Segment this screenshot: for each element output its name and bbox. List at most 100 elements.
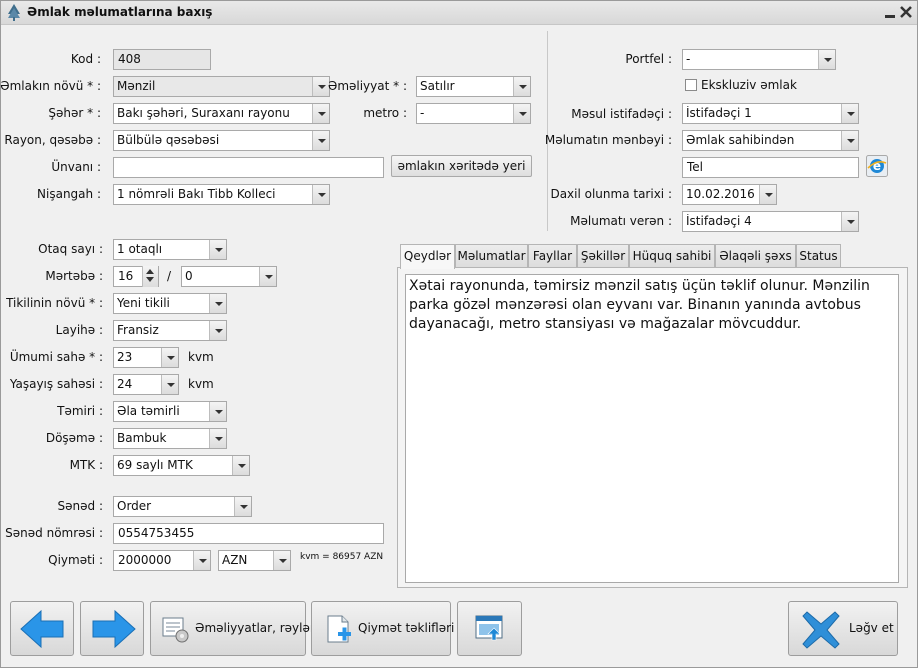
cancel-button[interactable]: Ləğv et [788, 601, 898, 656]
chevron-down-icon[interactable] [759, 185, 776, 204]
chevron-down-icon[interactable] [841, 131, 858, 150]
emlak-novu-select[interactable]: Mənzil [113, 76, 330, 97]
temir-value: Əla təmirli [117, 404, 180, 418]
veren-select[interactable]: İstifadəçi 4 [682, 211, 859, 232]
emlak-novu-value: Mənzil [117, 79, 156, 93]
tab-huquq-sahibi[interactable]: Hüquq sahibi [629, 244, 715, 268]
chevron-down-icon[interactable] [161, 348, 178, 367]
portfel-value: - [686, 52, 691, 66]
tab-elaqeli-sexs[interactable]: Əlaqəli şəxs [715, 244, 796, 268]
chevron-down-icon[interactable] [209, 429, 226, 448]
sened-value: Order [117, 499, 152, 513]
mertebe-total-select[interactable]: 0 [181, 266, 277, 287]
currency-select[interactable]: AZN [218, 550, 291, 571]
unvan-field[interactable] [113, 157, 384, 178]
mesul-value: İstifadəçi 1 [686, 106, 752, 120]
menbe-value: Əmlak sahibindən [686, 133, 795, 147]
chevron-down-icon[interactable] [209, 402, 226, 421]
mertebe-total-value: 0 [185, 269, 193, 283]
chevron-down-icon[interactable] [312, 131, 329, 150]
mtk-select[interactable]: 69 saylı MTK [113, 455, 250, 476]
chevron-down-icon[interactable] [312, 77, 329, 96]
tab-sekiller[interactable]: Şəkillər [577, 244, 629, 268]
spinner-arrows-icon[interactable] [142, 266, 158, 287]
window-title: Əmlak məlumatlarına baxış [27, 5, 213, 19]
chevron-down-icon[interactable] [232, 456, 249, 475]
tab-qeydler[interactable]: Qeydlər [400, 244, 455, 269]
chevron-down-icon[interactable] [273, 551, 290, 570]
temir-select[interactable]: Əla təmirli [113, 401, 227, 422]
doseme-select[interactable]: Bambuk [113, 428, 227, 449]
chevron-down-icon[interactable] [209, 294, 226, 313]
chevron-down-icon[interactable] [209, 321, 226, 340]
yasayis-value: 24 [117, 377, 133, 391]
operations-reviews-button[interactable]: Əməliyyatlar, rəylər [150, 601, 315, 656]
chevron-down-icon[interactable] [161, 375, 178, 394]
umumi-select[interactable]: 23 [113, 347, 179, 368]
chevron-down-icon[interactable] [193, 551, 210, 570]
kod-field[interactable]: 408 [113, 49, 211, 70]
chevron-down-icon[interactable] [513, 104, 530, 123]
chevron-down-icon[interactable] [513, 77, 530, 96]
emlak-novu-label: Əmlakın növü * : [0, 79, 101, 93]
nisangah-select[interactable]: 1 nömrəli Bakı Tibb Kolleci [113, 184, 330, 205]
otaq-select[interactable]: 1 otaqlı [113, 239, 227, 260]
chevron-down-icon[interactable] [209, 240, 226, 259]
doseme-label: Döşəmə : [45, 431, 103, 445]
currency-value: AZN [222, 553, 248, 567]
qiymet-dropdown[interactable] [192, 550, 211, 571]
close-icon[interactable] [898, 4, 914, 20]
kod-label: Kod : [70, 52, 101, 66]
daxil-value: 10.02.2016 [686, 187, 755, 201]
daxil-label: Daxil olunma tarixi : [550, 187, 672, 201]
sened-label: Sənəd : [57, 499, 103, 513]
next-button[interactable] [80, 601, 144, 656]
operations-reviews-label: Əməliyyatlar, rəylər [195, 621, 315, 635]
yasayis-select[interactable]: 24 [113, 374, 179, 395]
price-offers-label: Qiymət təklifləri [358, 621, 455, 635]
metro-label: metro : [363, 106, 407, 120]
unvan-label: Ünvanı : [51, 160, 101, 174]
chevron-down-icon[interactable] [234, 497, 251, 516]
daxil-date-picker[interactable]: 10.02.2016 [682, 184, 777, 205]
chevron-down-icon[interactable] [312, 185, 329, 204]
tel-field[interactable]: Tel [682, 157, 859, 178]
mtk-label: MTK : [69, 458, 103, 472]
mesul-select[interactable]: İstifadəçi 1 [682, 103, 859, 124]
price-offers-button[interactable]: Qiymət təklifləri [311, 601, 455, 656]
minimize-icon[interactable] [882, 4, 898, 20]
metro-select[interactable]: - [416, 103, 531, 124]
menbe-select[interactable]: Əmlak sahibindən [682, 130, 859, 151]
rayon-select[interactable]: Bülbülə qəsəbəsi [113, 130, 330, 151]
chevron-down-icon[interactable] [259, 267, 276, 286]
seher-select[interactable]: Bakı şəhəri, Suraxanı rayonu [113, 103, 330, 124]
tab-status[interactable]: Status [796, 244, 841, 268]
chevron-down-icon[interactable] [818, 50, 835, 69]
app-tree-icon [8, 4, 20, 21]
chevron-down-icon[interactable] [841, 104, 858, 123]
yasayis-label: Yaşayış sahəsi : [9, 377, 103, 391]
chevron-down-icon[interactable] [841, 212, 858, 231]
chevron-down-icon[interactable] [312, 104, 329, 123]
export-window-button[interactable] [457, 601, 522, 656]
emeliyyat-select[interactable]: Satılır [416, 76, 531, 97]
sened-select[interactable]: Order [113, 496, 252, 517]
operations-gear-icon [162, 617, 189, 643]
cancel-label: Ləğv et [849, 621, 894, 635]
map-location-button[interactable]: əmlakın xəritədə yeri [391, 155, 532, 177]
tikili-select[interactable]: Yeni tikili [113, 293, 227, 314]
arrow-left-icon [20, 609, 64, 649]
exclusive-checkbox[interactable] [685, 79, 697, 91]
notes-textarea[interactable]: Xətai rayonunda, təmirsiz mənzil satış ü… [405, 274, 899, 583]
previous-button[interactable] [10, 601, 74, 656]
tab-fayllar[interactable]: Fayllar [528, 244, 577, 268]
tab-melumatlar[interactable]: Məlumatlar [455, 244, 528, 268]
layihe-select[interactable]: Fransiz [113, 320, 227, 341]
veren-value: İstifadəçi 4 [686, 214, 752, 228]
arrow-right-icon [92, 609, 136, 649]
portfel-select[interactable]: - [682, 49, 836, 70]
browser-e-icon[interactable]: e [866, 155, 888, 177]
sened-nomre-field[interactable]: 0554753455 [113, 523, 384, 544]
qiymet-field[interactable]: 2000000 [113, 550, 193, 571]
portfel-label: Portfel : [625, 52, 672, 66]
